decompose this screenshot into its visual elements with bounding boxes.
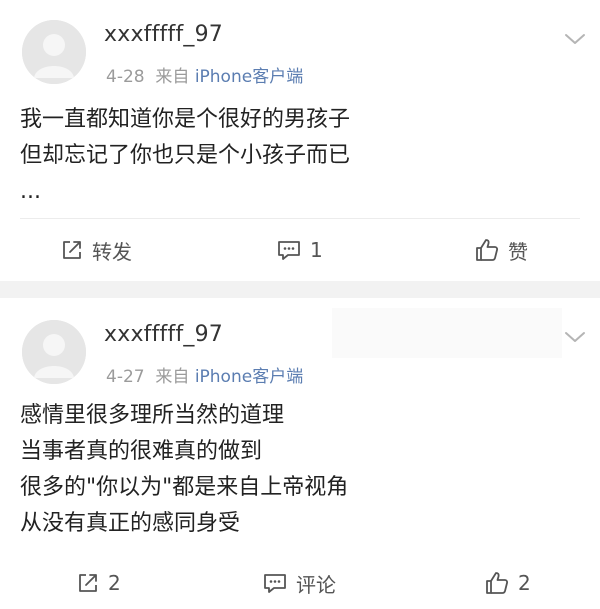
post-content: 感情里很多理所当然的道理 当事者真的很难真的做到 很多的"你以为"都是来自上帝视… (20, 398, 580, 542)
like-button[interactable]: 赞 (474, 225, 528, 275)
from-label: 来自 (155, 367, 190, 387)
like-button[interactable]: 2 (484, 558, 531, 608)
comment-label: 评论 (296, 572, 336, 597)
post-line: ... (20, 179, 41, 204)
post-content: 我一直都知道你是个很好的男孩子 但却忘记了你也只是个小孩子而已 ... (20, 102, 580, 210)
post-card[interactable]: xxxfffff_97 4-27 来自 iPhone客户端 感情里很多理所当然的… (0, 298, 600, 609)
share-icon (63, 241, 81, 259)
comment-icon (278, 241, 300, 260)
action-bar: 转发 1 赞 (0, 225, 600, 275)
post-date: 4-27 (106, 367, 145, 387)
chevron-down-icon[interactable] (564, 330, 586, 344)
thumbs-up-icon (476, 239, 499, 261)
comment-count: 1 (310, 238, 323, 262)
post-line: 很多的"你以为"都是来自上帝视角 (20, 475, 349, 500)
post-line: 感情里很多理所当然的道理 (20, 403, 285, 428)
feed: xxxfffff_97 4-28 来自 iPhone客户端 我一直都知道你是个很… (0, 0, 600, 609)
post-line: 从没有真正的感同身受 (20, 511, 241, 536)
username[interactable]: xxxfffff_97 (104, 322, 223, 347)
avatar[interactable] (22, 320, 86, 384)
comment-button[interactable]: 评论 (262, 558, 336, 608)
avatar-placeholder-icon (22, 20, 86, 84)
post-line: 我一直都知道你是个很好的男孩子 (20, 107, 351, 132)
share-icon (79, 574, 97, 592)
thumbs-up-icon (486, 572, 509, 594)
from-label: 来自 (155, 67, 190, 87)
username[interactable]: xxxfffff_97 (104, 22, 223, 47)
post-meta: 4-28 来自 iPhone客户端 (106, 62, 303, 87)
redacted-area (332, 308, 562, 358)
comment-button[interactable]: 1 (276, 225, 323, 275)
share-button[interactable]: 2 (76, 558, 121, 608)
chevron-down-icon[interactable] (564, 32, 586, 46)
avatar[interactable] (22, 20, 86, 84)
post-line: 但却忘记了你也只是个小孩子而已 (20, 143, 351, 168)
source-link[interactable]: iPhone客户端 (195, 67, 303, 87)
share-button[interactable]: 转发 (60, 225, 132, 275)
comment-icon (264, 574, 286, 593)
action-bar: 2 评论 2 (0, 558, 600, 608)
avatar-placeholder-icon (22, 320, 86, 384)
post-card[interactable]: xxxfffff_97 4-28 来自 iPhone客户端 我一直都知道你是个很… (0, 0, 600, 281)
share-count: 2 (108, 571, 121, 595)
source-link[interactable]: iPhone客户端 (195, 367, 303, 387)
post-date: 4-28 (106, 67, 145, 87)
post-line: 当事者真的很难真的做到 (20, 439, 263, 464)
post-meta: 4-27 来自 iPhone客户端 (106, 362, 303, 387)
divider (20, 218, 580, 219)
like-count: 2 (518, 571, 531, 595)
share-label: 转发 (92, 239, 132, 264)
like-label: 赞 (508, 239, 528, 264)
